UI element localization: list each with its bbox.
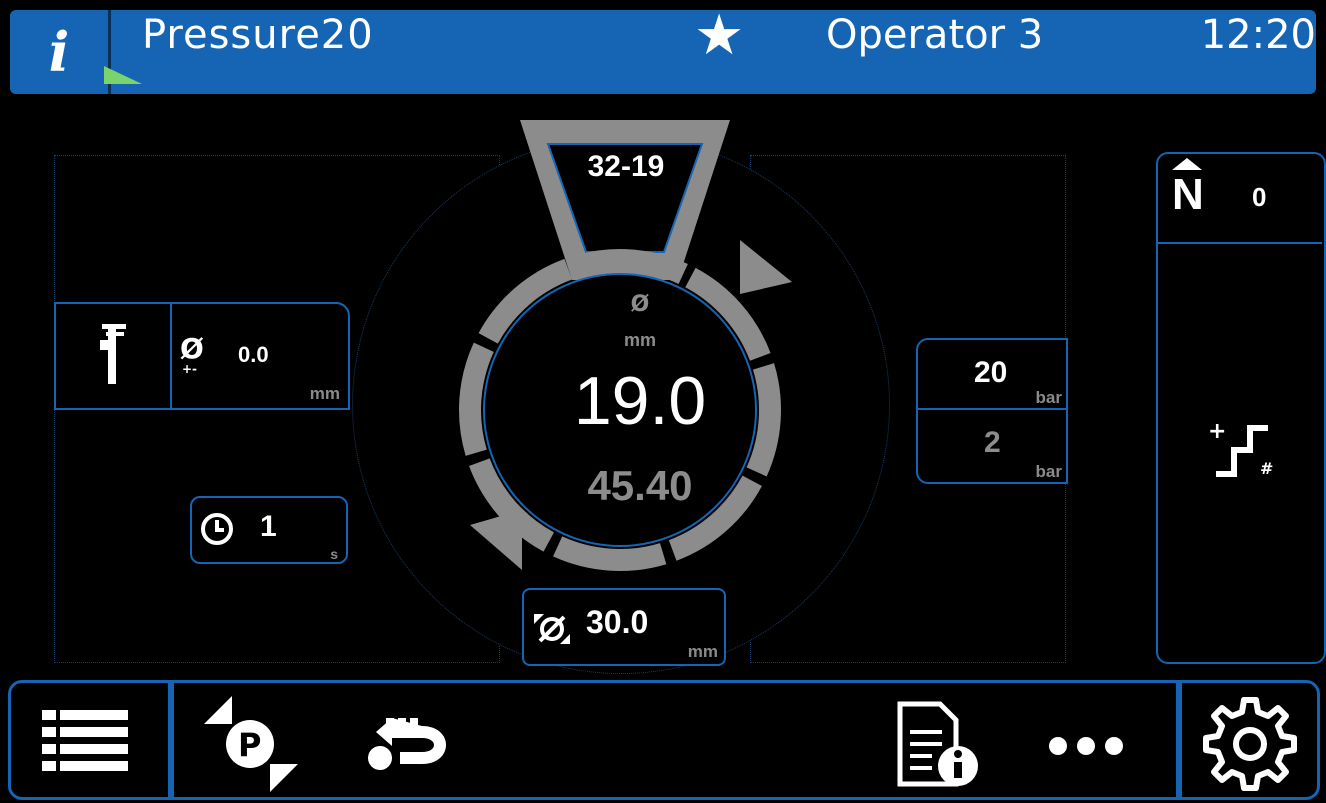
caliper-icon <box>100 324 126 384</box>
side-divider <box>1156 242 1322 244</box>
plus-minus-icon: +- <box>182 362 198 376</box>
timer-box[interactable]: 1 s <box>190 496 348 564</box>
target-value: 30.0 <box>586 604 649 640</box>
clock-icon <box>201 513 233 545</box>
diameter-symbol: Ø <box>630 292 650 317</box>
info-icon: i <box>48 20 70 84</box>
secondary-value: 45.40 <box>587 462 693 509</box>
counter-label: N <box>1172 170 1204 219</box>
pressure-high-box[interactable]: 20 bar <box>916 338 1068 410</box>
gear-icon[interactable] <box>1200 694 1300 794</box>
target-diameter-box[interactable]: 30.0 mm <box>522 588 726 666</box>
status-indicator-icon <box>104 66 142 84</box>
toolbar-divider <box>1176 683 1182 800</box>
side-panel <box>1156 152 1326 664</box>
svg-text:+: + <box>1208 420 1226 444</box>
timer-unit: s <box>330 546 338 562</box>
operator-label[interactable]: Operator 3 <box>826 12 1043 58</box>
current-diameter: 19.0 <box>573 363 707 439</box>
list-menu-icon[interactable] <box>42 710 128 772</box>
star-icon[interactable]: ★ <box>694 8 744 64</box>
arrow-up-right-icon[interactable] <box>740 240 792 294</box>
counter-value: 0 <box>1252 182 1267 212</box>
arrow-down-left-icon[interactable] <box>470 510 522 570</box>
pressure-high-value: 20 <box>974 356 1008 389</box>
svg-text:P: P <box>238 726 261 764</box>
caret-up-icon <box>1172 158 1202 170</box>
counter-button[interactable]: N <box>1166 158 1226 228</box>
program-number: 32-19 <box>587 150 665 183</box>
more-icon[interactable] <box>1048 736 1124 756</box>
timer-value: 1 <box>260 510 277 543</box>
svg-text:#: # <box>1260 459 1273 478</box>
step-increment-icon[interactable]: + # <box>1206 420 1280 480</box>
pressure-low-box[interactable]: 2 bar <box>916 408 1068 484</box>
toolbar-divider <box>168 683 174 800</box>
tolerance-diameter-icon: Ø <box>180 332 204 365</box>
tolerance-unit: mm <box>309 384 340 403</box>
tolerance-value: 0.0 <box>238 342 269 367</box>
page-title: Pressure20 <box>142 12 374 58</box>
pressure-low-value: 2 <box>984 426 1001 459</box>
caliper-button[interactable] <box>54 302 172 410</box>
clock-time: 12:20 <box>1200 12 1316 58</box>
pressure-low-unit: bar <box>1035 462 1062 481</box>
target-diameter-icon <box>534 614 570 644</box>
info-button[interactable]: i <box>10 10 111 94</box>
diameter-tolerance-box[interactable]: Ø +- 0.0 mm <box>170 302 350 410</box>
document-info-icon[interactable] <box>896 700 982 790</box>
gauge-unit: mm <box>623 330 656 350</box>
parking-swap-icon[interactable]: P <box>202 694 302 794</box>
return-arrow-icon[interactable] <box>362 718 454 774</box>
pressure-high-unit: bar <box>1035 388 1062 407</box>
target-unit: mm <box>687 642 718 661</box>
